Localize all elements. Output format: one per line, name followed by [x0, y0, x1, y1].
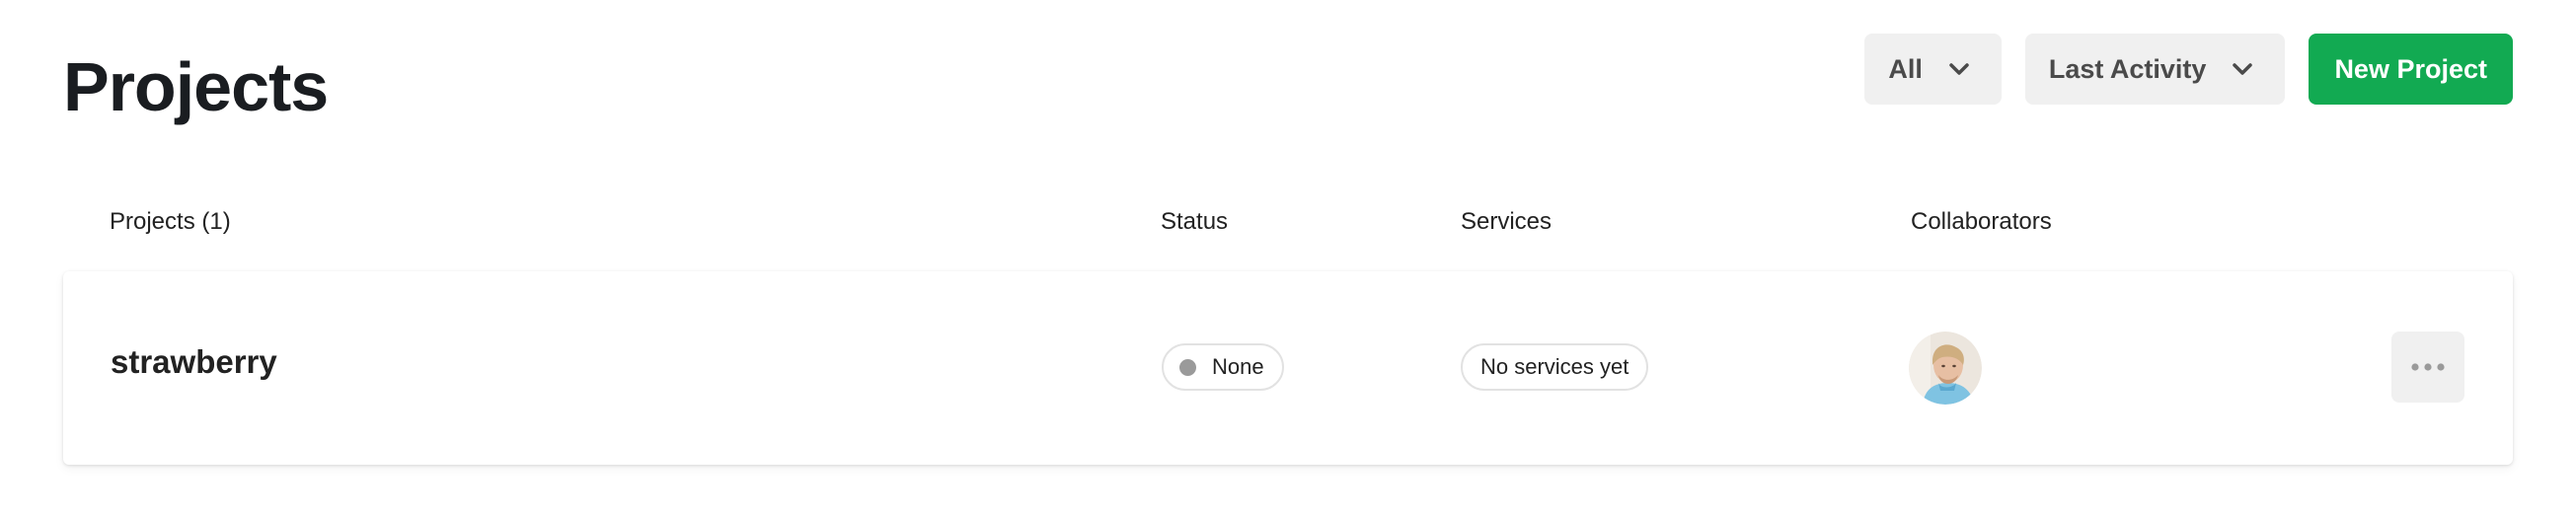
chevron-down-icon	[1948, 62, 1970, 76]
column-header-projects: Projects (1)	[110, 208, 231, 235]
project-name[interactable]: strawberry	[111, 343, 277, 381]
toolbar: All Last Activity New Project	[1864, 34, 2513, 105]
status-label: None	[1212, 354, 1264, 379]
column-header-collaborators: Collaborators	[1911, 208, 2052, 235]
chevron-down-icon	[2232, 62, 2253, 76]
page-title: Projects	[63, 48, 329, 125]
ellipsis-icon	[2411, 358, 2445, 376]
status-badge: None	[1162, 343, 1284, 391]
collaborator-avatar[interactable]	[1909, 332, 1982, 405]
user-avatar-icon	[1909, 332, 1982, 405]
filter-dropdown-label: All	[1888, 53, 1923, 84]
column-header-status: Status	[1161, 208, 1229, 235]
sort-dropdown-label: Last Activity	[2048, 53, 2207, 84]
more-options-button[interactable]	[2391, 332, 2464, 403]
new-project-button[interactable]: New Project	[2309, 34, 2513, 105]
services-badge: No services yet	[1461, 343, 1649, 391]
filter-dropdown[interactable]: All	[1864, 34, 2002, 105]
column-header-services: Services	[1461, 208, 1553, 235]
sort-dropdown[interactable]: Last Activity	[2024, 34, 2286, 105]
services-label: No services yet	[1480, 354, 1629, 379]
status-dot-icon	[1179, 358, 1196, 376]
project-row[interactable]: strawberry None No services yet	[63, 271, 2513, 465]
